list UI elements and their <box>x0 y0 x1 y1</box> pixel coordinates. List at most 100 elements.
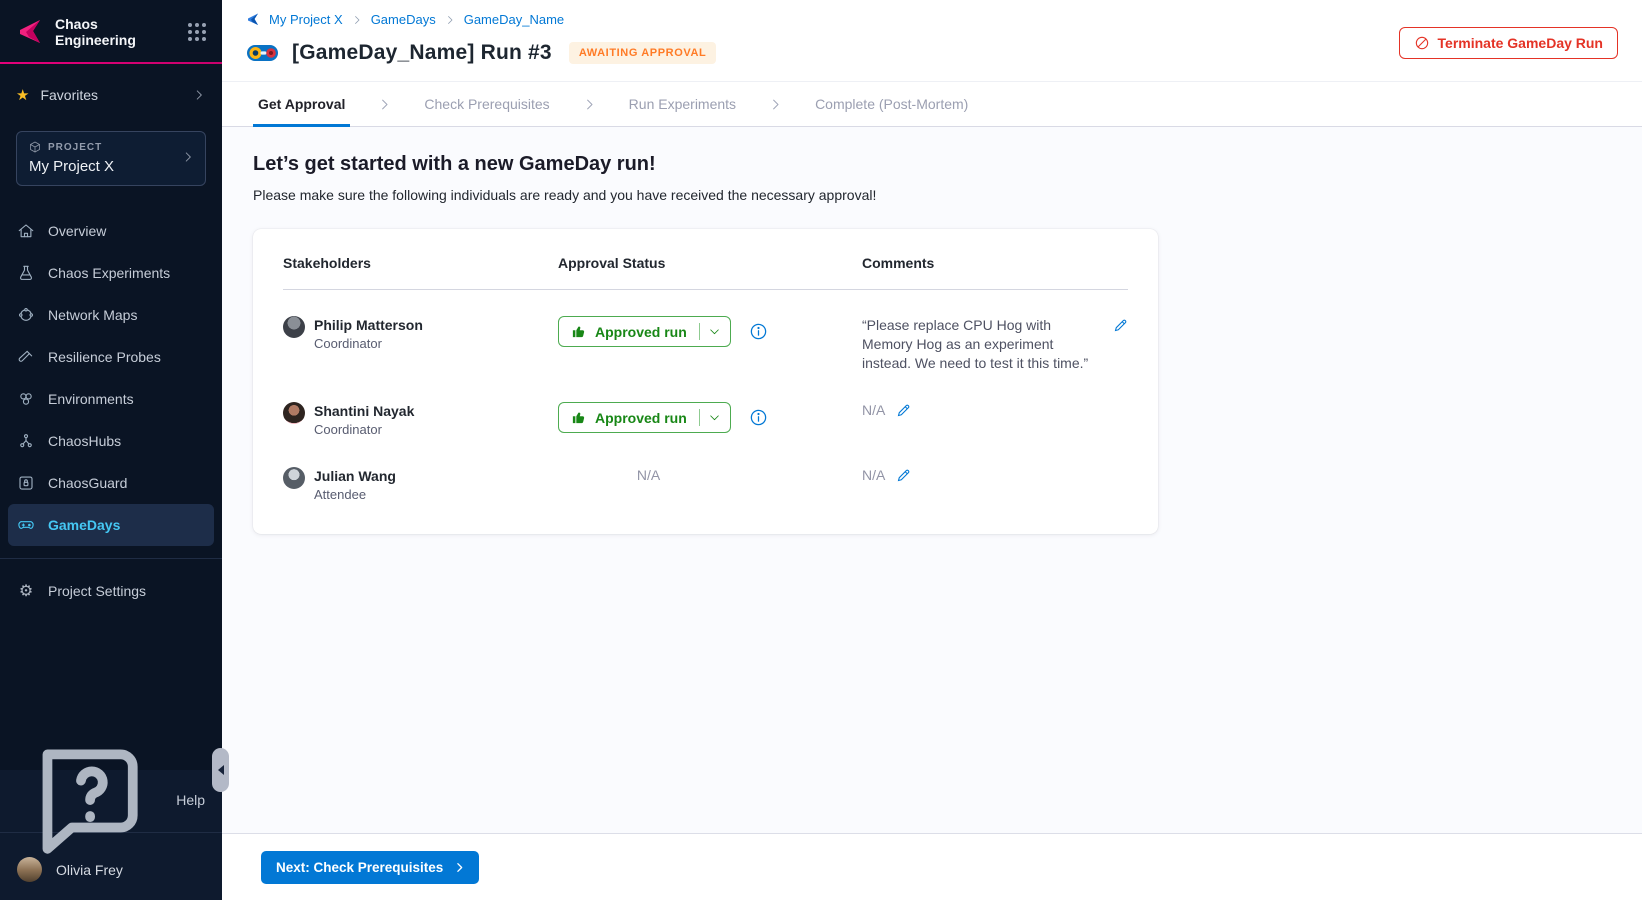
sidebar-item-network-maps[interactable]: Network Maps <box>0 294 213 336</box>
home-icon <box>17 222 35 240</box>
sidebar-item-chaos-experiments[interactable]: Chaos Experiments <box>0 252 213 294</box>
column-header-approval-status: Approval Status <box>558 255 862 289</box>
approval-cell: N/A <box>558 467 862 485</box>
table-row: Shantini Nayak Coordinator Approved run <box>283 373 1128 437</box>
gameday-gamepad-icon <box>246 41 279 65</box>
chevron-right-icon <box>768 97 783 112</box>
help-label: Help <box>176 792 205 808</box>
avatar <box>283 402 305 424</box>
nav-label: ChaosGuard <box>48 475 127 491</box>
sidebar-item-help[interactable]: Help <box>0 780 222 820</box>
sidebar-item-chaosguard[interactable]: ChaosGuard <box>0 462 213 504</box>
terminate-gameday-run-button[interactable]: Terminate GameDay Run <box>1399 27 1618 59</box>
content-heading: Let’s get started with a new GameDay run… <box>253 153 1610 176</box>
comment-cell: N/A <box>862 402 1128 418</box>
sidebar-item-favorites[interactable]: ★ Favorites <box>0 73 222 117</box>
nav-label: Overview <box>48 223 106 239</box>
table-row: Philip Matterson Coordinator Approved ru… <box>283 290 1128 373</box>
avatar <box>283 467 305 489</box>
help-chat-icon <box>17 727 163 873</box>
approval-cell: Approved run <box>558 402 862 433</box>
sidebar-bottom: Help Olivia Frey <box>0 770 222 900</box>
breadcrumb-link-project[interactable]: My Project X <box>269 12 343 27</box>
approval-dropdown[interactable]: Approved run <box>558 316 731 347</box>
chaos-engineering-logo-icon <box>16 17 46 47</box>
column-header-comments: Comments <box>862 255 1128 289</box>
brand-row: Chaos Engineering <box>0 0 222 62</box>
stakeholder-cell: Julian Wang Attendee <box>283 467 558 502</box>
comment-text: “Please replace CPU Hog with Memory Hog … <box>862 316 1094 373</box>
info-icon[interactable] <box>749 322 768 341</box>
table-header-row: Stakeholders Approval Status Comments <box>283 255 1128 289</box>
sidebar-item-chaoshubs[interactable]: ChaosHubs <box>0 420 213 462</box>
step-get-approval[interactable]: Get Approval <box>256 82 347 127</box>
next-check-prerequisites-button[interactable]: Next: Check Prerequisites <box>261 851 479 884</box>
breadcrumb-link-gameday-name[interactable]: GameDay_Name <box>464 12 564 27</box>
sidebar-nav: Overview Chaos Experiments Network Maps … <box>0 210 222 546</box>
divider <box>699 409 700 426</box>
comment-text: N/A <box>862 402 885 418</box>
step-complete-post-mortem[interactable]: Complete (Post-Mortem) <box>813 82 970 127</box>
content-subheading: Please make sure the following individua… <box>253 187 1610 203</box>
project-label: PROJECT <box>48 142 102 153</box>
table-row: Julian Wang Attendee N/A N/A <box>283 437 1128 502</box>
sidebar-item-environments[interactable]: Environments <box>0 378 213 420</box>
cube-icon <box>29 141 41 153</box>
app-window: Chaos Engineering ★ Favorites PROJECT My… <box>0 0 1642 900</box>
flask-icon <box>17 264 35 282</box>
nav-label: ChaosHubs <box>48 433 121 449</box>
stakeholder-name: Julian Wang <box>314 467 396 485</box>
stakeholder-cell: Philip Matterson Coordinator <box>283 316 558 351</box>
lock-icon <box>17 474 35 492</box>
stakeholder-name: Philip Matterson <box>314 316 423 334</box>
page-title: [GameDay_Name] Run #3 <box>292 41 552 65</box>
divider <box>699 323 700 340</box>
sidebar-item-resilience-probes[interactable]: Resilience Probes <box>0 336 213 378</box>
star-icon: ★ <box>16 86 29 104</box>
favorites-label: Favorites <box>40 87 192 103</box>
nav-label: Chaos Experiments <box>48 265 170 281</box>
stakeholder-role: Attendee <box>314 487 396 502</box>
sidebar: Chaos Engineering ★ Favorites PROJECT My… <box>0 0 222 900</box>
thumbs-up-icon <box>571 324 586 339</box>
stakeholder-cell: Shantini Nayak Coordinator <box>283 402 558 437</box>
nav-label: Resilience Probes <box>48 349 161 365</box>
chevron-down-icon <box>708 325 721 338</box>
step-check-prerequisites[interactable]: Check Prerequisites <box>422 82 551 127</box>
chevron-right-icon <box>582 97 597 112</box>
breadcrumb-link-gamedays[interactable]: GameDays <box>371 12 436 27</box>
edit-pencil-icon[interactable] <box>896 403 911 418</box>
step-run-experiments[interactable]: Run Experiments <box>627 82 738 127</box>
info-icon[interactable] <box>749 408 768 427</box>
project-settings-label: Project Settings <box>48 583 146 599</box>
approval-cell: Approved run <box>558 316 862 347</box>
edit-pencil-icon[interactable] <box>1113 318 1128 333</box>
collapse-arrow-icon <box>218 765 224 775</box>
page-header: My Project X GameDays GameDay_Name [Game… <box>222 0 1642 82</box>
chevron-right-icon <box>351 14 363 26</box>
chevron-right-icon <box>192 88 206 102</box>
network-icon <box>17 306 35 324</box>
sidebar-item-gamedays[interactable]: GameDays <box>8 504 214 546</box>
status-badge: AWAITING APPROVAL <box>569 42 717 64</box>
approval-status-label: Approved run <box>595 324 687 340</box>
project-selector[interactable]: PROJECT My Project X <box>16 131 206 186</box>
nav-label: Environments <box>48 391 134 407</box>
gamepad-icon <box>17 516 35 534</box>
sidebar-divider <box>0 558 222 559</box>
breadcrumb: My Project X GameDays GameDay_Name <box>246 12 1618 27</box>
brand-name: Chaos Engineering <box>55 16 188 48</box>
chevron-down-icon <box>708 411 721 424</box>
sidebar-item-overview[interactable]: Overview <box>0 210 213 252</box>
user-name: Olivia Frey <box>56 862 123 878</box>
comment-cell: N/A <box>862 467 1128 483</box>
approval-dropdown[interactable]: Approved run <box>558 402 731 433</box>
nav-label: GameDays <box>48 517 120 533</box>
environments-icon <box>17 390 35 408</box>
breadcrumb-module-icon <box>246 12 261 27</box>
sidebar-item-project-settings[interactable]: ⚙ Project Settings <box>0 571 222 611</box>
sidebar-collapse-handle[interactable] <box>212 748 229 792</box>
edit-pencil-icon[interactable] <box>896 468 911 483</box>
module-grid-icon[interactable] <box>188 23 206 41</box>
thumbs-up-icon <box>571 410 586 425</box>
